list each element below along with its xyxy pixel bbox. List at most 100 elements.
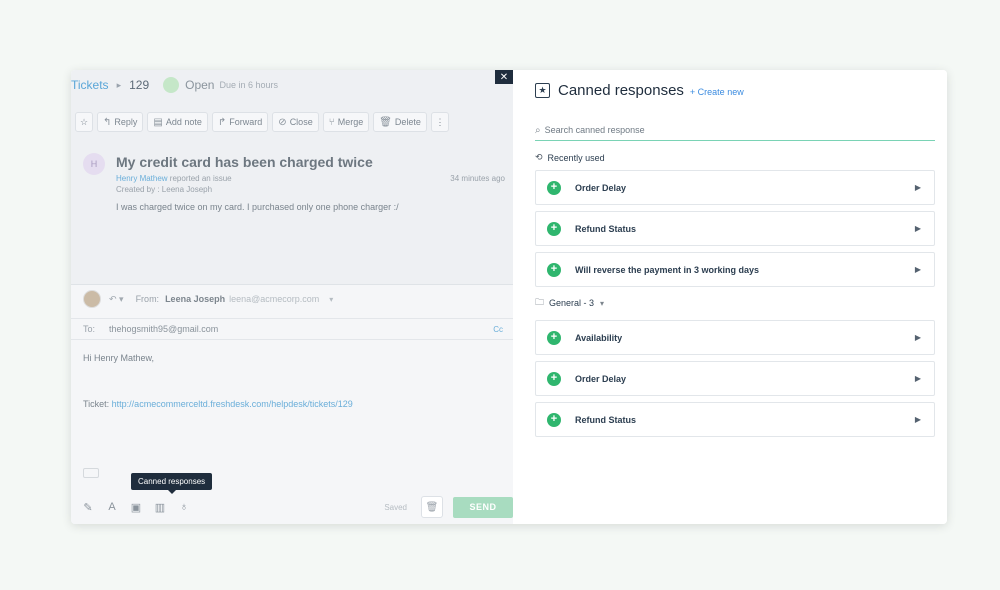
to-row: To: thehogsmith95@gmail.com Cc <box>71 318 513 340</box>
ticket-pane: Tickets ▸ 129 Open Due in 6 hours ☆ ↰ Rep… <box>71 70 513 524</box>
play-arrow-icon[interactable]: ▶ <box>915 374 921 383</box>
list-item-label: Will reverse the payment in 3 working da… <box>575 264 759 275</box>
message-time: 34 minutes ago <box>450 174 505 183</box>
close-panel-button[interactable]: ✕ <box>495 70 513 84</box>
more-button[interactable]: ⋮ <box>430 112 449 132</box>
more-icon: ⋮ <box>435 116 445 127</box>
editor-ticket-line[interactable]: Ticket: http://acmecommerceltd.freshdesk… <box>83 399 353 409</box>
avatar: H <box>83 153 105 175</box>
ticket-status[interactable]: Open <box>185 78 214 92</box>
star-icon: ☆ <box>79 116 89 127</box>
editor-greeting[interactable]: Hi Henry Mathew, <box>83 353 154 363</box>
breadcrumb: Tickets ▸ 129 Open Due in 6 hours <box>71 70 513 100</box>
to-address[interactable]: thehogsmith95@gmail.com <box>109 324 218 334</box>
check-circle-icon: ⊘ <box>278 116 287 128</box>
reply-editor: ↶ ▾ From: Leena Joseph leena@acmecorp.co… <box>71 284 513 524</box>
expand-quoted-button[interactable] <box>83 468 99 478</box>
chevron-down-icon[interactable]: ▾ <box>600 299 604 308</box>
to-label: To: <box>83 324 96 334</box>
reply-icon: ↰ <box>103 116 112 128</box>
from-label: From: <box>135 294 160 304</box>
canned-responses-tooltip: Canned responses <box>131 473 213 494</box>
create-new-link[interactable]: + Create new <box>690 87 744 97</box>
list-item[interactable]: + Order Delay ▶ <box>535 361 935 396</box>
reporter-suffix: reported an issue <box>167 174 232 183</box>
editor-bottom-bar: ✎ A ▣ ▥ ♁ Saved 🗑 SEND <box>71 495 513 519</box>
plus-circle-icon[interactable]: + <box>547 412 561 427</box>
play-arrow-icon[interactable]: ▶ <box>915 415 921 424</box>
star-button[interactable]: ☆ <box>75 112 93 132</box>
list-item-label: Refund Status <box>575 223 637 234</box>
reply-type-icon[interactable]: ↶ ▾ <box>109 294 124 305</box>
from-agent-name: Leena Joseph <box>165 294 226 304</box>
list-item[interactable]: + Order Delay ▶ <box>535 170 935 205</box>
play-arrow-icon[interactable]: ▶ <box>915 224 921 233</box>
plus-circle-icon[interactable]: + <box>547 371 561 386</box>
ticket-link[interactable]: http://acmecommerceltd.freshdesk.com/hel… <box>112 399 353 409</box>
merge-label: Merge <box>337 117 364 127</box>
ticket-label: Ticket: <box>83 399 112 409</box>
add-note-button[interactable]: ▤ Add note <box>147 112 208 132</box>
play-arrow-icon[interactable]: ▶ <box>915 333 921 342</box>
panel-header: ★ Canned responses + Create new <box>535 82 744 99</box>
reporter-name-link[interactable]: Henry Mathew <box>116 174 168 183</box>
merge-icon: ⑂ <box>328 116 335 128</box>
trash-icon: 🗑 <box>425 501 439 513</box>
delete-button[interactable]: 🗑 Delete <box>373 112 427 132</box>
list-item-label: Order Delay <box>575 182 627 193</box>
canned-responses-icon[interactable]: ▣ <box>129 500 143 514</box>
folder-heading[interactable]: 🗀 General - 3 ▾ <box>535 295 604 311</box>
canned-response-icon: ★ <box>535 83 550 98</box>
list-item-label: Refund Status <box>575 414 637 425</box>
chevron-down-icon[interactable]: ▾ <box>329 295 333 304</box>
message-body: I was charged twice on my card. I purcha… <box>116 202 399 212</box>
close-label: Close <box>289 117 313 127</box>
plus-circle-icon[interactable]: + <box>547 221 561 236</box>
trash-icon: 🗑 <box>379 116 392 128</box>
discard-draft-button[interactable]: 🗑 <box>421 496 443 518</box>
search-icon: ⌕ <box>535 124 541 136</box>
cc-link[interactable]: Cc <box>493 325 503 334</box>
add-note-label: Add note <box>165 117 202 127</box>
ribbon-icon[interactable]: ♁ <box>177 500 191 514</box>
recently-used-heading: ⟲ Recently used <box>535 152 605 163</box>
plus-circle-icon[interactable]: + <box>547 330 561 345</box>
forward-label: Forward <box>229 117 263 127</box>
canned-responses-panel: ★ Canned responses + Create new ⌕ ⟲ Rece… <box>513 70 947 524</box>
send-button[interactable]: SEND <box>453 496 513 518</box>
panel-title: Canned responses <box>558 82 684 99</box>
note-icon: ▤ <box>153 116 163 128</box>
agent-avatar <box>83 290 101 308</box>
text-format-icon[interactable]: A <box>105 500 119 514</box>
created-by: Created by : Leena Joseph <box>116 185 213 194</box>
from-agent-email: leena@acmecorp.com <box>229 294 320 304</box>
knowledge-base-icon[interactable]: ▥ <box>153 500 167 514</box>
play-arrow-icon[interactable]: ▶ <box>915 265 921 274</box>
forward-button[interactable]: ↱ Forward <box>211 112 269 132</box>
ticket-subject: My credit card has been charged twice <box>116 154 373 170</box>
plus-circle-icon[interactable]: + <box>547 262 561 277</box>
list-item[interactable]: + Will reverse the payment in 3 working … <box>535 252 935 287</box>
list-item-label: Order Delay <box>575 373 627 384</box>
attachment-icon[interactable]: ✎ <box>81 500 95 514</box>
from-row: ↶ ▾ From: Leena Joseph leena@acmecorp.co… <box>71 285 513 313</box>
plus-circle-icon[interactable]: + <box>547 180 561 195</box>
reply-button[interactable]: ↰ Reply <box>97 112 144 132</box>
reporter-line: Henry Mathew reported an issue <box>116 174 232 183</box>
folder-label: General - 3 <box>549 298 595 308</box>
close-ticket-button[interactable]: ⊘ Close <box>272 112 319 132</box>
app-window: Tickets ▸ 129 Open Due in 6 hours ☆ ↰ Rep… <box>71 70 947 524</box>
list-item[interactable]: + Availability ▶ <box>535 320 935 355</box>
breadcrumb-tickets-link[interactable]: Tickets <box>71 78 109 92</box>
merge-button[interactable]: ⑂ Merge <box>322 112 370 132</box>
search-input[interactable] <box>544 125 905 135</box>
list-item[interactable]: + Refund Status ▶ <box>535 211 935 246</box>
saved-status: Saved <box>384 502 407 512</box>
play-arrow-icon[interactable]: ▶ <box>915 183 921 192</box>
list-item-label: Availability <box>575 332 623 343</box>
list-item[interactable]: + Refund Status ▶ <box>535 402 935 437</box>
breadcrumb-separator-icon: ▸ <box>116 79 122 90</box>
ticket-number: 129 <box>129 78 150 92</box>
status-indicator-icon <box>163 77 180 93</box>
reply-label: Reply <box>114 117 138 127</box>
